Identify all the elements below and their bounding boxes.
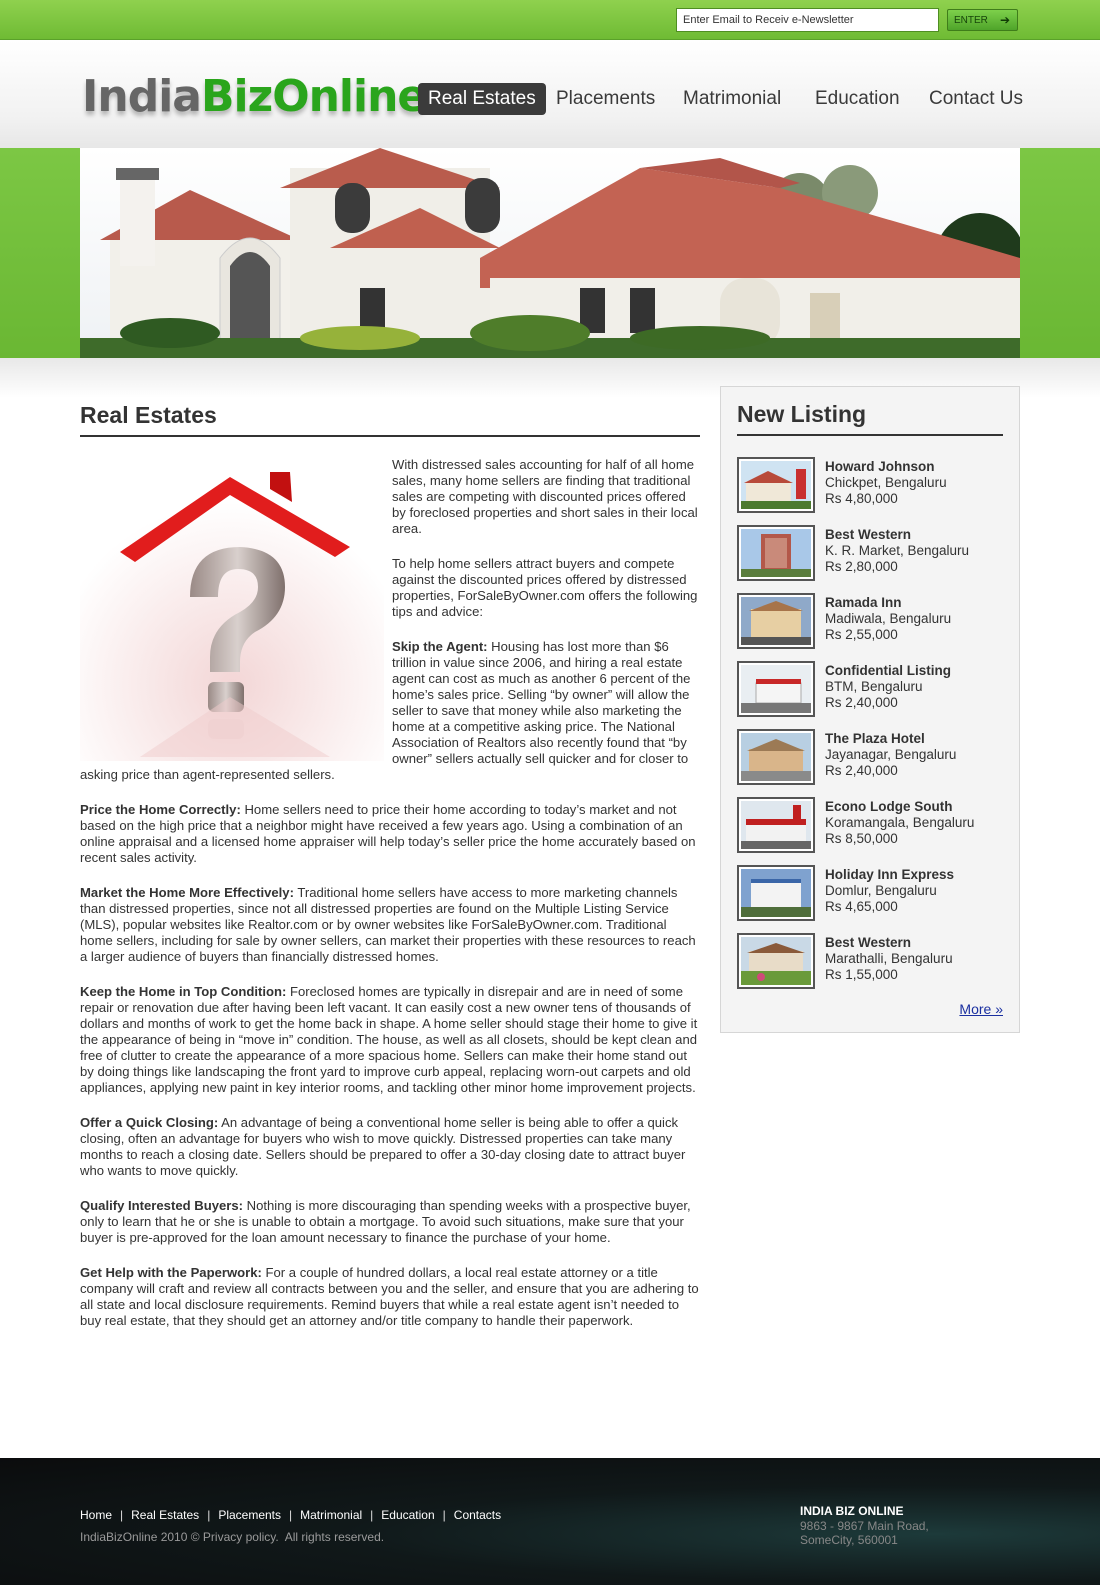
article-paragraph: Keep the Home in Top Condition: Foreclos… — [80, 984, 698, 1095]
listing-name[interactable]: Confidential Listing — [825, 663, 951, 678]
newsletter-enter-label: ENTER — [954, 14, 988, 26]
listing-location: Domlur, Bengaluru — [825, 883, 937, 898]
footer-link-home[interactable]: Home — [80, 1508, 112, 1522]
listing-item[interactable]: Ramada Inn Madiwala, Bengaluru Rs 2,55,0… — [737, 593, 1007, 653]
listing-item[interactable]: Econo Lodge South Koramangala, Bengaluru… — [737, 797, 1007, 857]
more-listings-link[interactable]: More » — [959, 1001, 1003, 1017]
listing-thumbnail[interactable] — [737, 661, 815, 717]
nav-contact-us[interactable]: Contact Us — [929, 83, 1023, 115]
footer-link-matrimonial[interactable]: Matrimonial — [300, 1508, 362, 1522]
footer-separator: | — [207, 1508, 211, 1522]
listing-price: Rs 2,40,000 — [825, 763, 898, 778]
footer-company-name: INDIA BIZ ONLINE — [800, 1504, 904, 1518]
footer-separator: | — [120, 1508, 124, 1522]
article-paragraph: Price the Home Correctly: Home sellers n… — [80, 802, 696, 865]
listing-item[interactable]: Confidential Listing BTM, Bengaluru Rs 2… — [737, 661, 1007, 721]
listing-name[interactable]: Howard Johnson — [825, 459, 935, 474]
article: With distressed sales accounting for hal… — [80, 457, 700, 1348]
listing-item[interactable]: Best Western K. R. Market, Bengaluru Rs … — [737, 525, 1007, 585]
listing-item[interactable]: Holiday Inn Express Domlur, Bengaluru Rs… — [737, 865, 1007, 925]
listing-thumbnail[interactable] — [737, 593, 815, 649]
footer-address-line1: 9863 - 9867 Main Road, — [800, 1519, 929, 1533]
listing-name[interactable]: Best Western — [825, 935, 911, 950]
listing-location: K. R. Market, Bengaluru — [825, 543, 970, 558]
listing-item[interactable]: Best Western Marathalli, Bengaluru Rs 1,… — [737, 933, 1007, 993]
listing-location: Koramangala, Bengaluru — [825, 815, 975, 830]
listing-price: Rs 1,55,000 — [825, 967, 898, 982]
nav-education[interactable]: Education — [815, 83, 900, 115]
hero-house-image — [80, 148, 1020, 358]
listing-location: Madiwala, Bengaluru — [825, 611, 952, 626]
listing-name[interactable]: The Plaza Hotel — [825, 731, 925, 746]
listing-name[interactable]: Ramada Inn — [825, 595, 902, 610]
new-listing-panel: New Listing Howard Johnson Chickpet, Ben… — [720, 386, 1020, 1033]
nav-real-estates[interactable]: Real Estates — [418, 83, 546, 115]
listing-thumbnail[interactable] — [737, 865, 815, 921]
footer-separator: | — [442, 1508, 446, 1522]
newsletter-email-input[interactable] — [676, 8, 939, 32]
site-header: IndiaBizOnline Real Estates Placements M… — [0, 41, 1100, 148]
listing-thumbnail[interactable] — [737, 525, 815, 581]
newsletter-enter-button[interactable]: ENTER ➔ — [947, 9, 1018, 31]
article-paragraph: Market the Home More Effectively: Tradit… — [80, 885, 696, 964]
page-title: Real Estates — [80, 402, 700, 437]
listing-name[interactable]: Best Western — [825, 527, 911, 542]
listing-price: Rs 8,50,000 — [825, 831, 898, 846]
footer-address-line2: SomeCity, 560001 — [800, 1533, 898, 1547]
rights-text: All rights reserved. — [278, 1530, 385, 1544]
nav-matrimonial[interactable]: Matrimonial — [683, 83, 781, 115]
article-paragraph: Get Help with the Paperwork: For a coupl… — [80, 1265, 699, 1328]
footer-link-education[interactable]: Education — [381, 1508, 434, 1522]
listing-thumbnail[interactable] — [737, 457, 815, 513]
article-paragraph: Offer a Quick Closing: An advantage of b… — [80, 1115, 686, 1178]
listing-thumbnail[interactable] — [737, 933, 815, 989]
arrow-right-icon: ➔ — [999, 13, 1010, 27]
nav-placements[interactable]: Placements — [556, 83, 655, 115]
logo-bizonline: BizOnline — [200, 71, 427, 122]
listing-price: Rs 2,80,000 — [825, 559, 898, 574]
listing-item[interactable]: The Plaza Hotel Jayanagar, Bengaluru Rs … — [737, 729, 1007, 789]
sidebar-title: New Listing — [737, 401, 1003, 436]
footer-copyright: IndiaBizOnline 2010 © Privacy policy. Al… — [80, 1530, 384, 1544]
listing-location: BTM, Bengaluru — [825, 679, 923, 694]
footer-link-placements[interactable]: Placements — [218, 1508, 281, 1522]
footer-links: Home | Real Estates | Placements | Matrimonial… — [80, 1508, 501, 1522]
footer-separator: | — [370, 1508, 374, 1522]
listing-price: Rs 2,55,000 — [825, 627, 898, 642]
article-paragraph: Qualify Interested Buyers: Nothing is mo… — [80, 1198, 691, 1245]
footer-separator: | — [289, 1508, 293, 1522]
newsletter-bar: ENTER ➔ — [0, 0, 1100, 40]
copyright-text: IndiaBizOnline 2010 © — [80, 1530, 203, 1544]
listing-item[interactable]: Howard Johnson Chickpet, Bengaluru Rs 4,… — [737, 457, 1007, 517]
listing-price: Rs 4,80,000 — [825, 491, 898, 506]
listing-name[interactable]: Econo Lodge South — [825, 799, 953, 814]
privacy-policy-link[interactable]: Privacy policy. — [203, 1530, 279, 1544]
footer-link-contacts[interactable]: Contacts — [454, 1508, 501, 1522]
listing-thumbnail[interactable] — [737, 797, 815, 853]
site-logo[interactable]: IndiaBizOnline — [82, 71, 427, 122]
listing-location: Chickpet, Bengaluru — [825, 475, 947, 490]
listing-name[interactable]: Holiday Inn Express — [825, 867, 954, 882]
listing-location: Marathalli, Bengaluru — [825, 951, 953, 966]
listing-location: Jayanagar, Bengaluru — [825, 747, 957, 762]
listing-price: Rs 4,65,000 — [825, 899, 898, 914]
listing-price: Rs 2,40,000 — [825, 695, 898, 710]
logo-india: India — [82, 71, 202, 122]
main-nav: Real Estates Placements Matrimonial Educ… — [418, 83, 1023, 115]
site-footer: Home | Real Estates | Placements | Matrimonial… — [0, 1458, 1100, 1585]
footer-link-real-estates[interactable]: Real Estates — [131, 1508, 199, 1522]
question-house-image — [80, 457, 384, 761]
listing-thumbnail[interactable] — [737, 729, 815, 785]
